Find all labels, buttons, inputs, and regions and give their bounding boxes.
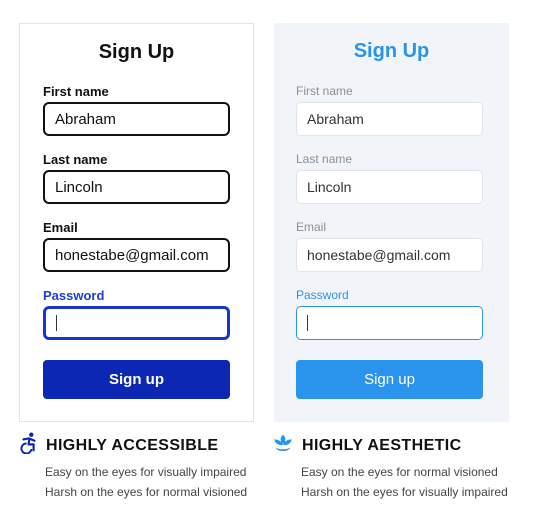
password-label: Password [43, 288, 105, 303]
last-name-input[interactable]: Lincoln [43, 170, 230, 204]
aesthetic-caption-line-2: Harsh on the eyes for visually impaired [301, 485, 508, 499]
signup-button[interactable]: Sign up [296, 360, 483, 399]
accessible-caption-line-1: Easy on the eyes for visually impaired [45, 465, 247, 479]
accessibility-icon [20, 432, 36, 454]
password-input[interactable] [296, 306, 483, 340]
form-title: Sign Up [98, 41, 175, 63]
email-label: Email [43, 220, 78, 235]
email-input[interactable]: honestabe@gmail.com [296, 238, 483, 272]
aesthetic-signup-form: Sign Up First name Abraham Last name Lin… [274, 23, 509, 422]
text-caret [56, 315, 57, 331]
lotus-icon [274, 434, 292, 452]
aesthetic-caption-title: HIGHLY AESTHETIC [302, 437, 462, 454]
password-input[interactable] [43, 306, 230, 340]
email-value: honestabe@gmail.com [307, 247, 451, 263]
last-name-label: Last name [296, 152, 353, 166]
first-name-value: Abraham [55, 110, 116, 128]
text-caret [307, 315, 308, 331]
email-value: honestabe@gmail.com [55, 246, 209, 264]
first-name-input[interactable]: Abraham [43, 102, 230, 136]
last-name-value: Lincoln [307, 179, 352, 195]
form-title: Sign Up [353, 40, 430, 62]
aesthetic-caption-line-1: Easy on the eyes for normal visioned [301, 465, 498, 479]
email-input[interactable]: honestabe@gmail.com [43, 238, 230, 272]
accessible-signup-form: Sign Up First name Abraham Last name Lin… [19, 23, 254, 422]
password-label: Password [296, 288, 349, 302]
signup-button[interactable]: Sign up [43, 360, 230, 399]
last-name-input[interactable]: Lincoln [296, 170, 483, 204]
first-name-input[interactable]: Abraham [296, 102, 483, 136]
last-name-label: Last name [43, 152, 108, 167]
accessible-caption-title: HIGHLY ACCESSIBLE [46, 437, 219, 454]
email-label: Email [296, 220, 327, 234]
first-name-label: First name [43, 84, 109, 99]
last-name-value: Lincoln [55, 178, 103, 196]
first-name-value: Abraham [307, 111, 364, 127]
first-name-label: First name [296, 84, 353, 98]
accessible-caption-line-2: Harsh on the eyes for normal visioned [45, 485, 248, 499]
